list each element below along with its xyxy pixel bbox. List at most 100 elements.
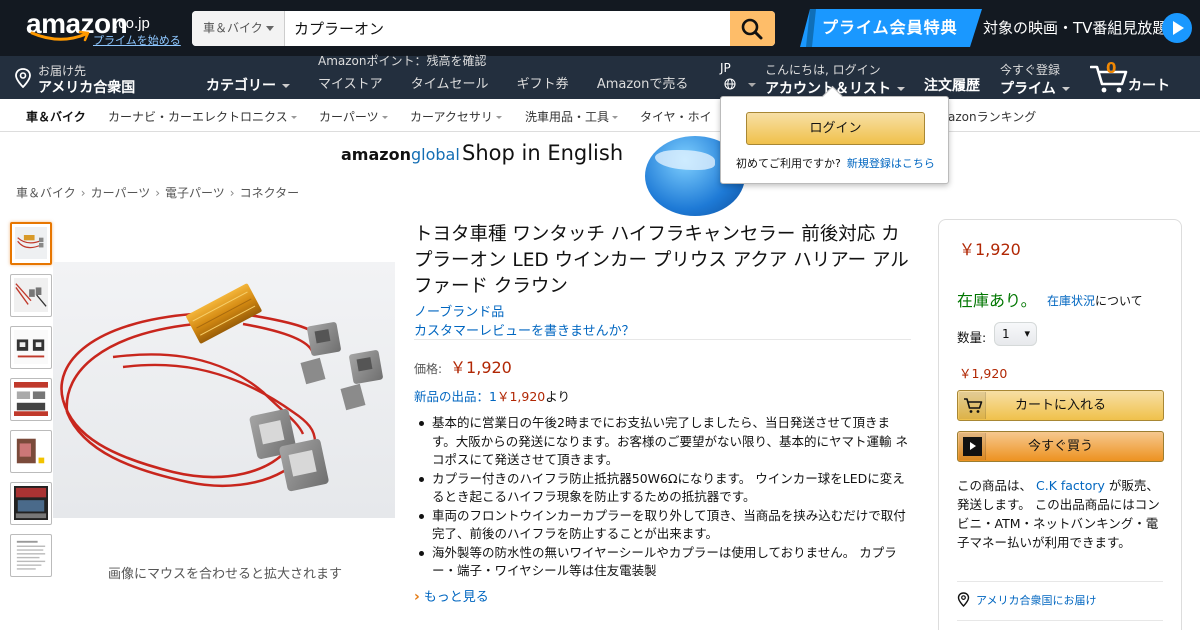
nav-link-sell[interactable]: Amazonで売る [597, 77, 689, 92]
category-menu-label: カテゴリー [206, 78, 276, 94]
main-product-image[interactable] [53, 262, 395, 518]
feature-bullet: 基本的に営業日の午後2時までにお支払い完了しましたら、当日発送させて頂きます。大… [414, 414, 910, 470]
nav-link-giftcards[interactable]: ギフト券 [517, 77, 569, 92]
prime-promo-text: 対象の映画・TV番組見放題 [983, 19, 1168, 37]
ship-to-link[interactable]: アメリカ合衆国にお届け [957, 592, 1096, 608]
location-pin-icon [15, 68, 31, 88]
subnav-item-car-accessory[interactable]: カーアクセサリ [410, 108, 502, 125]
thumbnail[interactable] [10, 326, 52, 369]
globe-icon [724, 78, 736, 90]
breadcrumb-item[interactable]: 電子パーツ [165, 186, 225, 200]
sub-nav: 車＆バイク カーナビ・カーエレクトロニクス カーパーツ カーアクセサリ 洗車用品… [0, 99, 1200, 132]
new-offers-price: ￥1,920 [496, 389, 546, 404]
breadcrumb-item[interactable]: コネクター [240, 186, 300, 200]
nav-link-mystore[interactable]: マイストア [318, 77, 383, 92]
feature-bullet: カプラー付きのハイフラ防止抵抗器50W6Ωになります。 ウインカー球をLEDに変… [414, 470, 910, 507]
thumbnail[interactable] [10, 534, 52, 577]
points-link[interactable]: Amazonポイント：残高を確認 [318, 52, 487, 69]
buy-now-label: 今すぐ買う [1027, 439, 1093, 454]
caret-down-icon [266, 26, 274, 31]
seller-link[interactable]: C.K factory [1036, 478, 1105, 493]
shop-in-english-text: Shop in English [462, 141, 624, 165]
quantity-label: 数量: [957, 330, 987, 345]
location-pin-icon [957, 592, 970, 607]
search-icon [741, 18, 763, 40]
search-category-select[interactable]: 車＆バイク [192, 11, 285, 46]
new-offers-link[interactable]: 新品の出品：1 [414, 389, 497, 404]
subnav-item-label: カーアクセサリ [410, 110, 493, 124]
add-to-cart-button[interactable]: カートに入れる [957, 390, 1164, 421]
subnav-item-label: カーパーツ [319, 110, 379, 124]
deliver-location: アメリカ合衆国 [38, 80, 136, 96]
subnav-item-car-navi[interactable]: カーナビ・カーエレクトロニクス [108, 108, 297, 125]
subnav-item-car-parts[interactable]: カーパーツ [319, 108, 388, 125]
new-offers-suffix: より [545, 389, 571, 404]
zoom-hint: 画像にマウスを合わせると拡大されます [108, 567, 343, 582]
caret-down-icon [897, 87, 905, 91]
divider [414, 339, 911, 340]
main-nav: お届け先 アメリカ合衆国 カテゴリー Amazonポイント：残高を確認 マイスト… [0, 54, 1200, 99]
cart-link[interactable]: 0 カート [1090, 59, 1190, 95]
amazon-logo[interactable]: amazon .co.jp プライムを始める [26, 8, 186, 50]
subnav-item-car-wash[interactable]: 洗車用品・工具 [525, 108, 619, 125]
subnav-item-car-bike[interactable]: 車＆バイク [26, 108, 86, 125]
new-offers: 新品の出品：1￥1,920より [414, 386, 570, 405]
ship-to-label: アメリカ合衆国にお届け [976, 594, 1097, 607]
see-more-link[interactable]: › もっと見る [414, 586, 489, 605]
thumbnail[interactable] [10, 430, 52, 473]
thumbnail-image [14, 538, 48, 572]
language-selector[interactable]: JP [720, 61, 756, 90]
price-label: 価格: [414, 362, 443, 376]
write-review-link[interactable]: カスタマーレビューを書きませんか？ [414, 320, 635, 339]
thumbnail-image [15, 227, 47, 259]
brand-link[interactable]: ノーブランド品 [414, 301, 504, 320]
caret-down-icon [290, 116, 297, 119]
price-value: ￥1,920 [450, 358, 512, 377]
quantity-select[interactable]: 1 [994, 322, 1037, 346]
buy-now-button[interactable]: 今すぐ買う [957, 431, 1164, 462]
global-logo-global: global [410, 145, 460, 164]
thumbnail[interactable] [10, 482, 52, 525]
buy-box: ￥1,920 在庫あり。 在庫状況について 数量: 1 ￥1,920 カートに入… [938, 219, 1182, 630]
thumbnail-image [14, 382, 48, 416]
language-code: JP [720, 61, 731, 75]
prime-menu[interactable]: 今すぐ登録 プライム [1000, 61, 1070, 98]
register-link[interactable]: 新規登録はこちら [847, 157, 935, 170]
thumbnail-image [14, 330, 48, 364]
orders-link[interactable]: 注文履歴 [924, 75, 980, 95]
caret-down-icon [282, 84, 290, 88]
breadcrumb-item[interactable]: カーパーツ [91, 186, 151, 200]
thumbnail[interactable] [10, 222, 52, 265]
subnav-item-label: 洗車用品・工具 [525, 110, 610, 124]
login-button[interactable]: ログイン [746, 112, 925, 145]
see-more-label: もっと見る [423, 590, 489, 605]
stock-note: 在庫状況について [1047, 292, 1143, 309]
category-menu[interactable]: カテゴリー [206, 75, 290, 95]
search-input[interactable] [286, 11, 730, 46]
breadcrumb-item[interactable]: 車＆バイク [16, 186, 76, 200]
thumbnail-image [14, 486, 48, 520]
prime-promo-banner[interactable]: プライム会員特典 対象の映画・TV番組見放題 [800, 9, 1192, 47]
search-button[interactable] [730, 11, 775, 46]
stock-status-link[interactable]: 在庫状況 [1047, 294, 1095, 308]
amazon-global-banner[interactable]: amazonglobal Shop in English [340, 136, 745, 216]
breadcrumb: 車＆バイク › カーパーツ › 電子パーツ › コネクター [16, 184, 299, 201]
prime-label: プライム [1000, 81, 1056, 97]
nav-link-timesale[interactable]: タイムセール [411, 77, 489, 92]
subnav-item-tires[interactable]: タイヤ・ホイ [640, 108, 712, 125]
start-prime-link[interactable]: プライムを始める [93, 32, 181, 48]
search-bar: 車＆バイク [192, 11, 775, 46]
amazon-global-logo: amazonglobal [341, 145, 460, 164]
product-photo [60, 283, 383, 492]
sign-in-flyout: ログイン 初めてご利用ですか? 新規登録はこちら [720, 96, 949, 184]
divider [957, 620, 1163, 621]
seller-info: この商品は、 C.K factory が販売、発送します。 この出品商品にはコン… [957, 476, 1169, 552]
thumbnail[interactable] [10, 378, 52, 421]
nav-links: マイストア タイムセール ギフト券 Amazonで売る [318, 73, 712, 92]
feature-bullets: 基本的に営業日の午後2時までにお支払い完了しましたら、当日発送させて頂きます。大… [414, 414, 910, 581]
subnav-item-ranking[interactable]: azonランキング [948, 108, 1036, 125]
in-stock-status: 在庫あり。 [957, 291, 1037, 310]
prime-badge: プライム会員特典 [800, 9, 982, 47]
thumbnail[interactable] [10, 274, 52, 317]
caret-down-icon [1061, 87, 1070, 91]
